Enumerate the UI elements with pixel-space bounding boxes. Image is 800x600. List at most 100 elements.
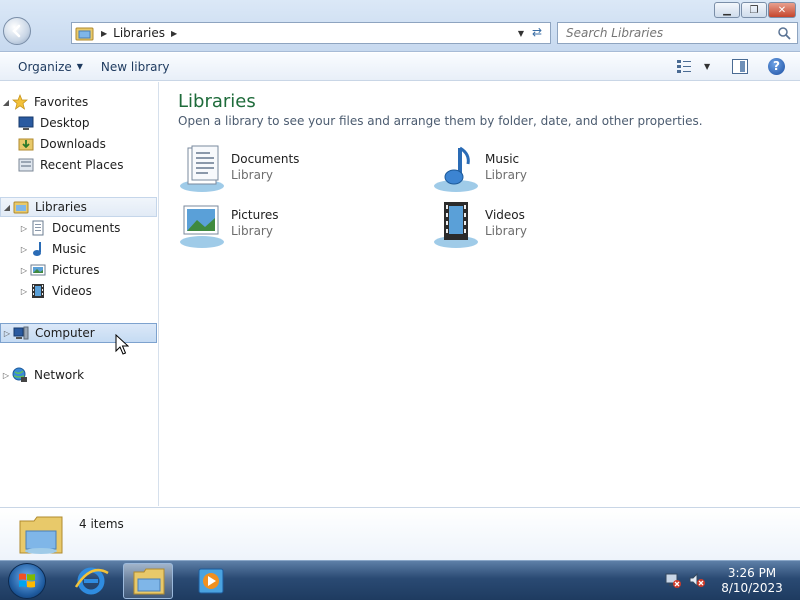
- nav-network-label: Network: [34, 368, 85, 382]
- close-button[interactable]: ✕: [768, 2, 796, 18]
- search-box[interactable]: [557, 22, 798, 44]
- restore-icon: ❐: [749, 4, 759, 16]
- library-type: Library: [231, 168, 273, 182]
- pictures-library-icon: [180, 205, 224, 248]
- library-type: Library: [485, 168, 527, 182]
- library-tile-documents[interactable]: Documents Library: [178, 144, 378, 194]
- navigation-pane: ◢ Favorites Desktop Downloads Recent Pla…: [0, 82, 159, 506]
- nav-downloads[interactable]: Downloads: [18, 134, 157, 154]
- content-area: Libraries Open a library to see your fil…: [160, 82, 800, 506]
- documents-library-icon: [180, 145, 224, 192]
- recent-places-icon: [18, 158, 34, 172]
- mouse-cursor-icon: [115, 334, 129, 355]
- nav-recent-places[interactable]: Recent Places: [18, 155, 157, 175]
- library-name: Pictures: [231, 208, 279, 222]
- address-bar[interactable]: ▶ Libraries ▶ ▼ ⇄: [71, 22, 551, 44]
- expanded-arrow-icon[interactable]: ◢: [0, 98, 12, 107]
- windows-logo-icon: [19, 573, 35, 588]
- minimize-button[interactable]: ▁: [714, 2, 740, 18]
- nav-favorites[interactable]: ◢ Favorites: [0, 92, 157, 112]
- library-name: Documents: [231, 152, 300, 166]
- details-pane: 4 items: [0, 507, 800, 560]
- back-button[interactable]: [3, 17, 31, 45]
- nav-documents[interactable]: ▷ Documents: [18, 218, 157, 238]
- change-view-button[interactable]: ▼: [676, 58, 710, 74]
- clock-time: 3:26 PM: [727, 566, 777, 580]
- taskbar-clock[interactable]: 3:26 PM 8/10/2023: [712, 566, 792, 596]
- collapsed-arrow-icon[interactable]: ▷: [0, 371, 12, 380]
- search-icon: [778, 27, 791, 40]
- start-button[interactable]: [8, 563, 46, 599]
- item-count: 4 items: [79, 517, 124, 531]
- organize-button[interactable]: Organize ▼: [9, 53, 92, 81]
- nav-documents-label: Documents: [52, 221, 121, 235]
- nav-pictures[interactable]: ▷ Pictures: [18, 260, 157, 280]
- window-controls: ▁ ❐ ✕: [713, 2, 796, 18]
- view-dropdown-icon[interactable]: ▼: [704, 62, 710, 71]
- taskbar: 3:26 PM 8/10/2023: [0, 560, 800, 600]
- new-library-label: New library: [100, 59, 170, 74]
- windows-explorer-icon: [133, 568, 165, 595]
- library-type: Library: [231, 224, 273, 238]
- page-description: Open a library to see your files and arr…: [178, 114, 703, 128]
- library-tile-videos[interactable]: Videos Library: [432, 200, 632, 250]
- breadcrumb-libraries[interactable]: Libraries: [113, 26, 165, 40]
- search-input[interactable]: [566, 26, 776, 40]
- music-note-icon: [33, 242, 41, 256]
- command-bar: Organize ▼ New library ▼ ?: [0, 53, 800, 81]
- film-strip-icon: [32, 284, 44, 298]
- documents-icon: [32, 220, 44, 236]
- page-title: Libraries: [178, 91, 256, 112]
- maximize-button[interactable]: ❐: [741, 2, 767, 18]
- library-tile-music[interactable]: Music Library: [432, 144, 632, 194]
- collapsed-arrow-icon[interactable]: ▷: [18, 245, 30, 254]
- system-tray: [664, 571, 706, 589]
- network-icon: [12, 367, 27, 382]
- libraries-folder-icon: [19, 516, 63, 554]
- nav-favorites-label: Favorites: [34, 95, 89, 109]
- back-arrow-icon: [12, 24, 21, 38]
- nav-desktop[interactable]: Desktop: [18, 113, 157, 133]
- media-player-icon: [198, 568, 224, 594]
- breadcrumb-arrow-icon[interactable]: ▶: [171, 29, 177, 38]
- library-name: Music: [485, 152, 520, 166]
- desktop-icon: [18, 116, 34, 130]
- nav-desktop-label: Desktop: [40, 116, 90, 130]
- chevron-down-icon: ▼: [76, 62, 83, 71]
- address-dropdown-icon[interactable]: ▼: [518, 29, 524, 38]
- nav-libraries-label: Libraries: [35, 200, 87, 214]
- library-tile-pictures[interactable]: Pictures Library: [178, 200, 378, 250]
- new-library-button[interactable]: New library: [92, 53, 179, 81]
- nav-downloads-label: Downloads: [40, 137, 106, 151]
- library-name: Videos: [485, 208, 525, 222]
- volume-muted-icon[interactable]: [688, 571, 706, 589]
- internet-explorer-icon: [74, 567, 109, 595]
- taskbar-media-player[interactable]: [186, 563, 236, 599]
- collapsed-arrow-icon[interactable]: ▷: [18, 287, 30, 296]
- collapsed-arrow-icon[interactable]: ▷: [18, 266, 30, 275]
- nav-recent-places-label: Recent Places: [40, 158, 124, 172]
- nav-videos[interactable]: ▷ Videos: [18, 281, 157, 301]
- network-status-icon[interactable]: [664, 571, 682, 589]
- nav-computer[interactable]: ▷ Computer: [0, 323, 157, 343]
- libraries-folder-icon: [75, 27, 94, 41]
- collapsed-arrow-icon[interactable]: ▷: [18, 224, 30, 233]
- close-icon: ✕: [777, 4, 787, 16]
- nav-music[interactable]: ▷ Music: [18, 239, 157, 259]
- help-button[interactable]: ?: [768, 58, 785, 75]
- videos-library-icon: [434, 202, 478, 248]
- nav-videos-label: Videos: [52, 284, 92, 298]
- downloads-folder-icon: [18, 138, 34, 151]
- breadcrumb-arrow-icon[interactable]: ▶: [101, 29, 107, 38]
- window-titlebar: ▁ ❐ ✕ ▶ Libraries ▶ ▼ ⇄: [0, 0, 800, 52]
- nav-computer-label: Computer: [35, 326, 95, 340]
- music-library-icon: [434, 146, 478, 192]
- preview-pane-button[interactable]: [732, 59, 748, 74]
- nav-libraries[interactable]: ◢ Libraries: [0, 197, 157, 217]
- taskbar-internet-explorer[interactable]: [66, 563, 116, 599]
- expanded-arrow-icon[interactable]: ◢: [1, 203, 13, 212]
- refresh-icon[interactable]: ⇄: [528, 25, 546, 41]
- nav-network[interactable]: ▷ Network: [0, 365, 157, 385]
- taskbar-windows-explorer[interactable]: [123, 563, 173, 599]
- collapsed-arrow-icon[interactable]: ▷: [1, 329, 13, 338]
